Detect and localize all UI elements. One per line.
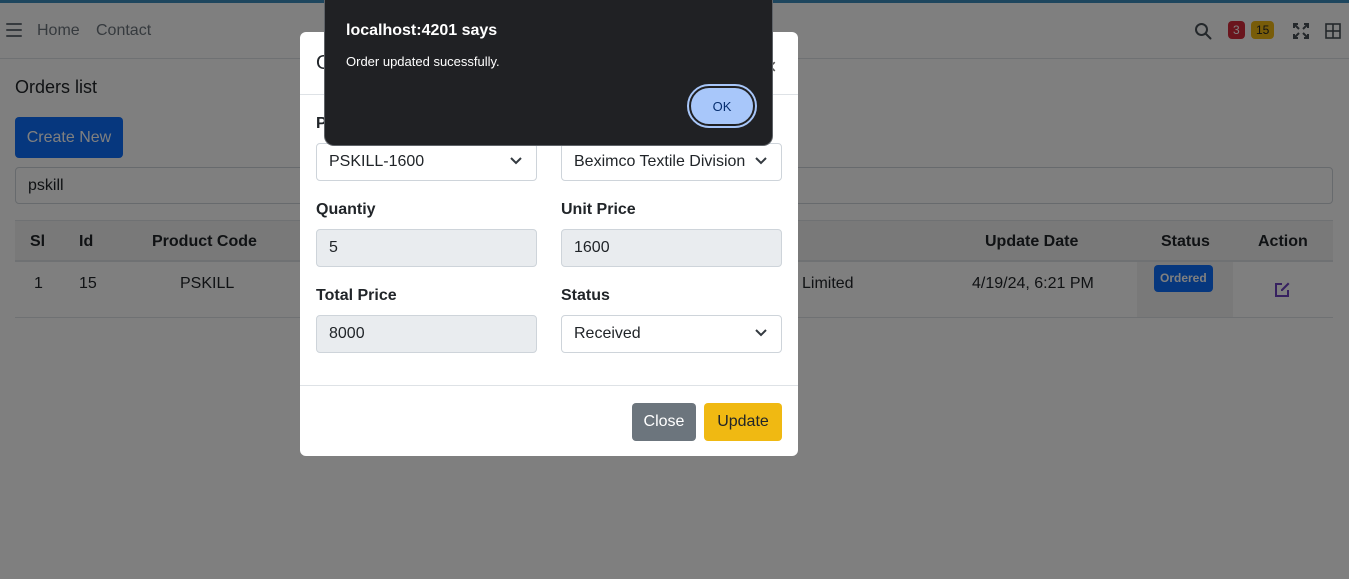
total-price-field[interactable]: 8000 xyxy=(316,315,537,353)
chevron-down-icon xyxy=(755,329,767,337)
chevron-down-icon xyxy=(755,157,767,165)
quantity-field[interactable]: 5 xyxy=(316,229,537,267)
alert-message: Order updated sucessfully. xyxy=(346,54,500,69)
alert-title: localhost:4201 says xyxy=(346,22,498,39)
status-select[interactable]: Received xyxy=(561,315,782,353)
close-button[interactable]: Close xyxy=(632,403,696,441)
update-button[interactable]: Update xyxy=(704,403,782,441)
chevron-down-icon xyxy=(510,157,522,165)
alert-ok-button[interactable]: OK xyxy=(687,84,757,128)
browser-alert-dialog: localhost:4201 says Order updated sucess… xyxy=(324,0,773,146)
status-label: Status xyxy=(561,287,610,304)
unit-price-label: Unit Price xyxy=(561,201,636,218)
quantity-label: Quantiy xyxy=(316,201,376,218)
supplier-select-value: Beximco Textile Division xyxy=(574,153,746,170)
product-select-value: PSKILL-1600 xyxy=(329,153,425,170)
product-select[interactable]: PSKILL-1600 xyxy=(316,143,537,181)
total-price-label: Total Price xyxy=(316,287,397,304)
status-select-value: Received xyxy=(574,325,641,342)
supplier-select[interactable]: Beximco Textile Division xyxy=(561,143,782,181)
modal-footer: Close Update xyxy=(300,385,798,456)
unit-price-field[interactable]: 1600 xyxy=(561,229,782,267)
